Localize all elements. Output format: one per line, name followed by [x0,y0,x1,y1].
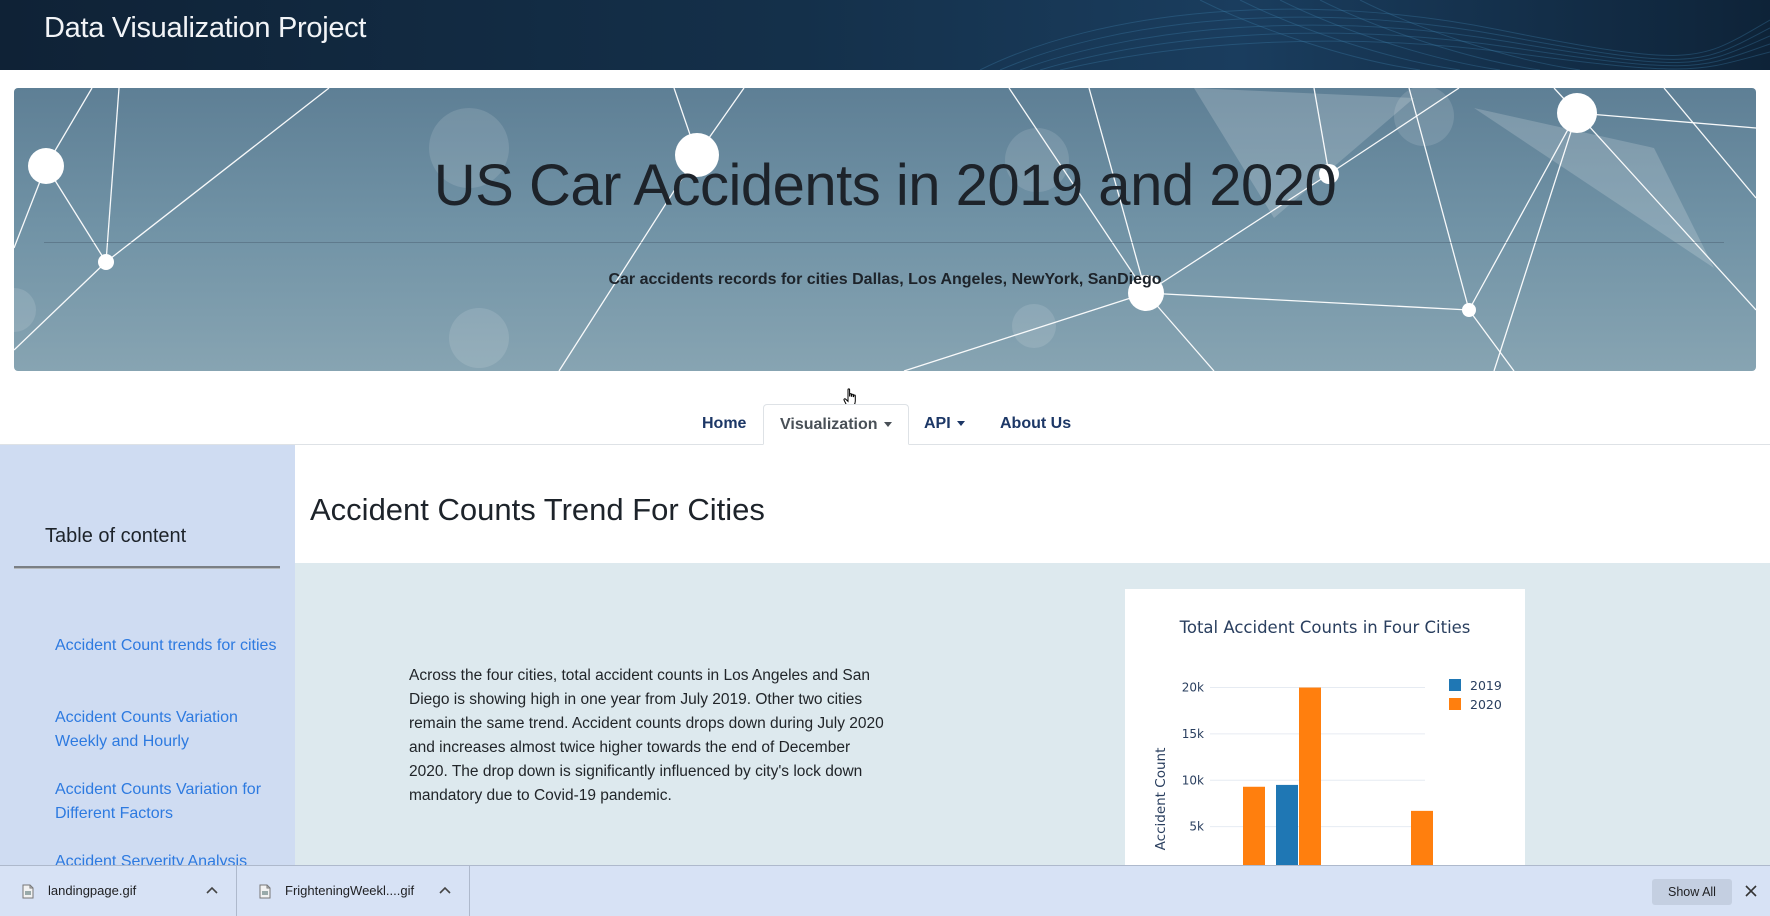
file-icon [259,884,271,899]
hero-divider [44,242,1724,243]
page-title: US Car Accidents in 2019 and 2020 [433,153,1337,218]
chart-y-ticks: 5k 10k 15k 20k [1182,681,1204,834]
chart-bar-2020[interactable] [1243,786,1265,873]
nav-home-label: Home [702,415,747,432]
toc-link-different-factors[interactable]: Accident Counts Variation for Different … [55,778,280,826]
file-icon [22,884,34,899]
legend-swatch-2019[interactable] [1449,679,1461,691]
chart-card: Total Accident Counts in Four Cities 5k 1… [1125,589,1525,879]
show-all-downloads-button[interactable]: Show All [1652,879,1732,905]
caret-down-icon [956,421,965,427]
chart-y-tick-label: 5k [1189,820,1204,834]
chart-y-tick-label: 15k [1182,727,1204,741]
chart-y-tick-label: 10k [1182,773,1204,787]
chart-bars [1243,687,1433,873]
hero-banner: US Car Accidents in 2019 and 2020 Car ac… [14,88,1756,371]
section-content: Across the four cities, total accident c… [295,563,1770,879]
toc-link-weekly-hourly[interactable]: Accident Counts Variation Weekly and Hou… [55,706,280,754]
nav-api-label: API [924,415,951,432]
table-of-contents-sidebar: Table of content Accident Count trends f… [0,445,295,865]
download-filename: landingpage.gif [48,883,137,898]
chart-bar-2020[interactable] [1299,687,1321,873]
download-item[interactable]: landingpage.gif [0,866,237,916]
download-filename: FrighteningWeekl....gif [285,883,415,898]
section-description: Across the four cities, total accident c… [409,667,884,804]
nav-api-dropdown[interactable]: API [908,404,981,444]
chart-bar-2020[interactable] [1411,810,1433,873]
download-bar: landingpage.gif FrighteningWeekl....gif … [0,865,1770,916]
site-brand[interactable]: Data Visualization Project [44,12,366,45]
nav-about-us-label: About Us [1000,415,1072,432]
accident-count-bar-chart[interactable]: Total Accident Counts in Four Cities 5k 1… [1125,589,1525,873]
toc-title: Table of content [45,525,187,547]
chart-title: Total Accident Counts in Four Cities [1179,618,1471,637]
main-nav: Home Visualization API About Us [0,404,1770,445]
toc-link-count-trends[interactable]: Accident Count trends for cities [55,634,280,658]
nav-about-us[interactable]: About Us [984,404,1087,444]
chevron-up-icon[interactable] [439,886,451,894]
close-icon[interactable] [1744,884,1758,898]
section-header: Accident Counts Trend For Cities [295,445,1770,563]
nav-visualization-label: Visualization [780,416,878,433]
chart-y-axis-label: Accident Count [1153,748,1169,851]
legend-swatch-2020[interactable] [1449,698,1461,710]
network-background-graphic [14,88,1756,371]
chart-legend[interactable]: 2019 2020 [1449,678,1502,712]
toc-link-severity-analysis[interactable]: Accident Serverity Analysis [55,850,280,865]
section-title: Accident Counts Trend For Cities [310,492,765,527]
top-header: Data Visualization Project [0,0,1770,70]
nav-home[interactable]: Home [686,404,762,444]
legend-label-2019[interactable]: 2019 [1470,678,1502,693]
legend-label-2020[interactable]: 2020 [1470,697,1502,712]
chart-bar-2019[interactable] [1276,784,1298,873]
download-item[interactable]: FrighteningWeekl....gif [237,866,470,916]
nav-visualization-dropdown[interactable]: Visualization [763,404,909,445]
chart-y-tick-label: 20k [1182,681,1204,695]
toc-divider [14,566,280,569]
page-subtitle: Car accidents records for cities Dallas,… [608,271,1162,288]
chevron-up-icon[interactable] [206,886,218,894]
caret-down-icon [883,422,892,428]
